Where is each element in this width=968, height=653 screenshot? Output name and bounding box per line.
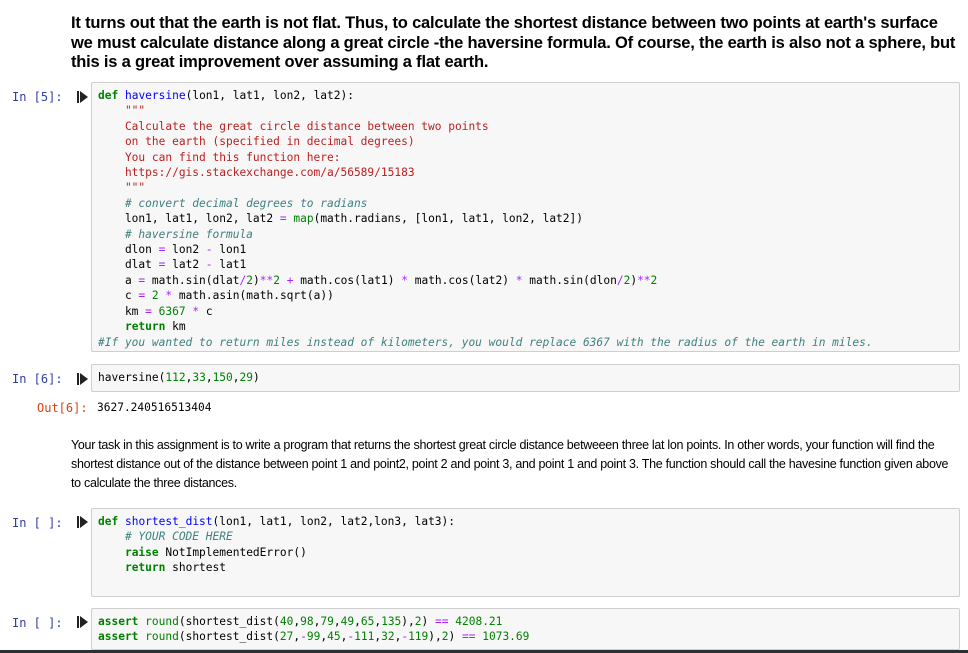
code-line: raise NotImplementedError() <box>124 545 307 559</box>
code-line: return km <box>124 320 186 334</box>
run-cell-icon[interactable] <box>77 615 89 629</box>
code-line: https://gis.stackexchange.com/a/56589/15… <box>98 166 415 180</box>
code-line: # haversine formula <box>98 227 253 241</box>
code-line: c = 2 * math.asin(math.sqrt(a)) <box>98 289 334 303</box>
code-editor[interactable]: def shortest_dist(lon1, lat1, lon2, lat2… <box>92 509 959 581</box>
code-line: return shortest <box>124 561 226 575</box>
code-line: def shortest_dist(lon1, lat1, lon2, lat2… <box>98 515 456 528</box>
code-line: """ <box>98 104 146 118</box>
code-cell-asserts[interactable]: assert round(shortest_dist(40,98,79,49,6… <box>91 608 960 650</box>
code-editor[interactable]: haversine(112,33,150,29) <box>92 365 959 390</box>
code-line: # YOUR CODE HERE <box>98 530 233 544</box>
code-editor[interactable]: assert round(shortest_dist(40,98,79,49,6… <box>92 609 959 650</box>
cell-prompt: In [5]: <box>12 90 63 104</box>
code-cell-haversine-call[interactable]: haversine(112,33,150,29) <box>91 364 960 392</box>
cell-prompt: In [ ]: <box>12 516 63 530</box>
code-cell-haversine[interactable]: def haversine(lon1, lat1, lon2, lat2): "… <box>91 82 960 352</box>
code-line: haversine(112,33,150,29) <box>98 371 260 384</box>
code-line: # convert decimal degrees to radians <box>98 196 368 210</box>
cell-output: 3627.240516513404 <box>97 401 212 414</box>
code-line: def haversine(lon1, lat1, lon2, lat2): <box>98 89 354 102</box>
cell-prompt: In [ ]: <box>12 616 63 630</box>
output-prompt: Out[6]: <box>37 401 88 415</box>
code-line: """ <box>98 181 146 195</box>
run-cell-icon[interactable] <box>77 515 89 529</box>
cell-prompt: In [6]: <box>12 372 63 386</box>
code-cell-shortest-dist[interactable]: def shortest_dist(lon1, lat1, lon2, lat2… <box>91 508 960 597</box>
code-line: dlon = lon2 - lon1 <box>98 243 247 257</box>
code-line: dlat = lat2 - lat1 <box>98 258 247 272</box>
code-line: Calculate the great circle distance betw… <box>98 119 489 133</box>
code-line: assert round(shortest_dist(40,98,79,49,6… <box>98 615 503 628</box>
code-line: #If you wanted to return miles instead o… <box>98 335 873 349</box>
code-line: assert round(shortest_dist(27,-99,45,-11… <box>98 630 530 644</box>
run-cell-icon[interactable] <box>77 90 89 104</box>
task-markdown: Your task in this assignment is to write… <box>71 438 949 490</box>
intro-markdown: It turns out that the earth is not flat.… <box>71 14 956 71</box>
code-line: on the earth (specified in decimal degre… <box>98 135 415 149</box>
code-line: lon1, lat1, lon2, lat2 = map(math.radian… <box>98 212 583 226</box>
run-cell-icon[interactable] <box>77 372 89 386</box>
code-editor[interactable]: def haversine(lon1, lat1, lon2, lat2): "… <box>92 83 959 355</box>
code-line: You can find this function here: <box>98 150 341 164</box>
code-line: km = 6367 * c <box>98 304 213 318</box>
code-line: a = math.sin(dlat/2)**2 + math.cos(lat1)… <box>98 273 658 287</box>
